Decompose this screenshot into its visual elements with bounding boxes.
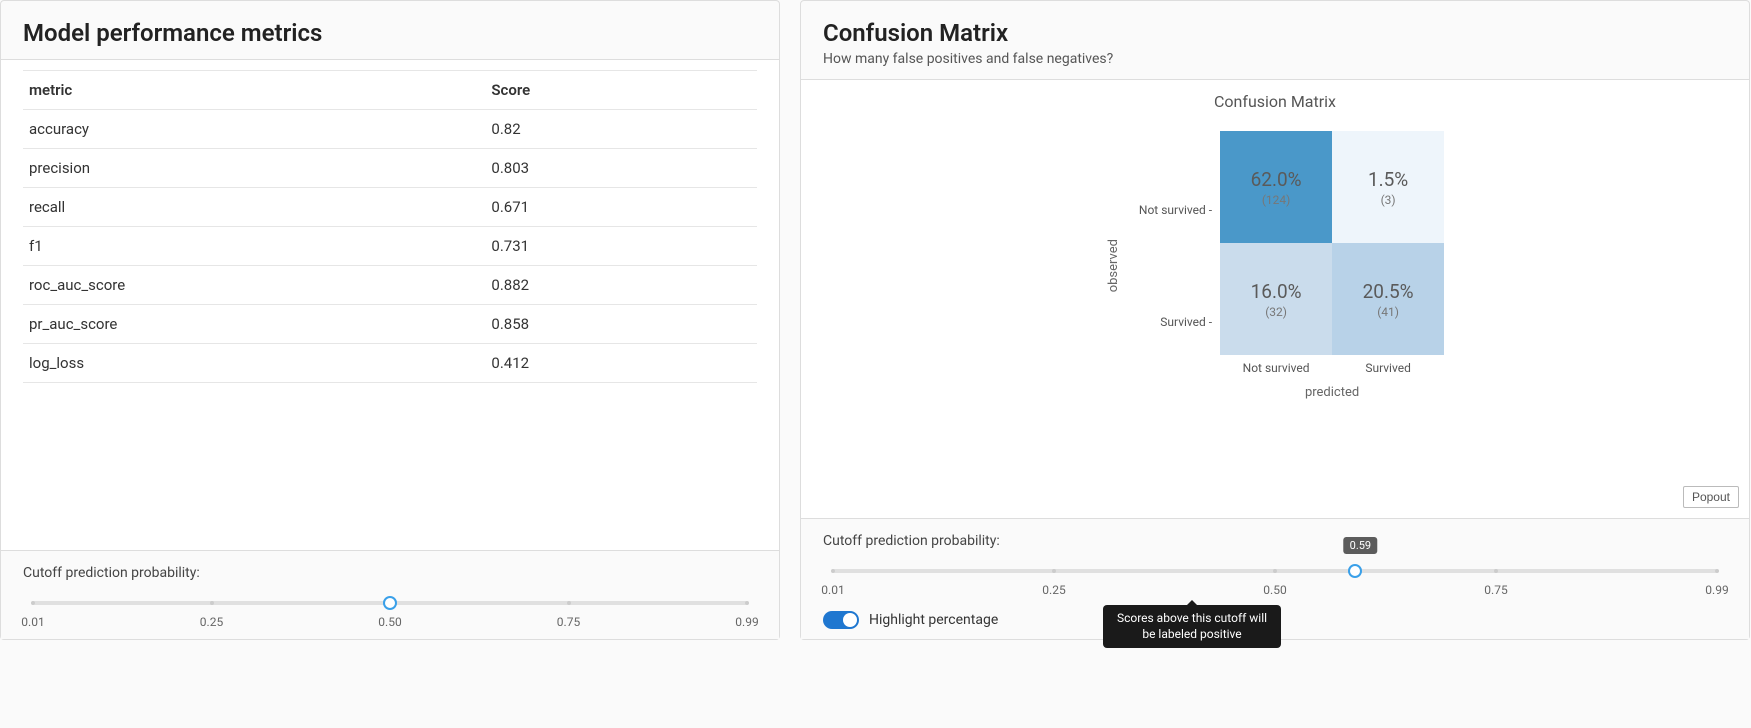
table-row: roc_auc_score0.882 xyxy=(23,266,757,305)
slider-tick-label: 0.25 xyxy=(200,615,223,629)
confusion-cell: 1.5% (3) xyxy=(1332,131,1444,243)
table-row: accuracy0.82 xyxy=(23,110,757,149)
slider-tick-label: 0.75 xyxy=(1484,583,1507,597)
y-axis-label: observed xyxy=(1106,239,1121,292)
cell-count: (124) xyxy=(1262,193,1291,207)
slider-value-badge: 0.59 xyxy=(1344,537,1377,554)
confusion-cell: 62.0% (124) xyxy=(1220,131,1332,243)
cutoff-slider-right[interactable]: 0.59 0.010.250.500.750.99 xyxy=(823,557,1727,597)
slider-tick-label: 0.50 xyxy=(1263,583,1286,597)
confusion-cell: 20.5% (41) xyxy=(1332,243,1444,355)
cell-percentage: 16.0% xyxy=(1251,280,1302,303)
slider-handle-left[interactable] xyxy=(383,596,397,610)
row-label: Survived - xyxy=(1160,266,1212,378)
cell-percentage: 62.0% xyxy=(1251,168,1302,191)
cutoff-tooltip: Scores above this cutoff will be labeled… xyxy=(1103,605,1281,648)
slider-tick-label: 0.01 xyxy=(21,615,44,629)
table-row: recall0.671 xyxy=(23,188,757,227)
chart-title: Confusion Matrix xyxy=(1214,92,1336,111)
metric-name-cell: precision xyxy=(23,149,485,188)
toggle-knob xyxy=(843,613,857,627)
popout-button[interactable]: Popout xyxy=(1683,486,1739,508)
cutoff-slider-label-left: Cutoff prediction probability: xyxy=(23,565,757,581)
table-row: f10.731 xyxy=(23,227,757,266)
table-row: pr_auc_score0.858 xyxy=(23,305,757,344)
table-row: precision0.803 xyxy=(23,149,757,188)
metric-score-cell: 0.858 xyxy=(485,305,757,344)
metric-score-cell: 0.731 xyxy=(485,227,757,266)
header-metric: metric xyxy=(23,71,485,110)
metric-name-cell: roc_auc_score xyxy=(23,266,485,305)
confusion-panel: Confusion Matrix How many false positive… xyxy=(800,0,1750,640)
metric-name-cell: recall xyxy=(23,188,485,227)
slider-tick-label: 0.50 xyxy=(378,615,401,629)
metric-name-cell: log_loss xyxy=(23,344,485,383)
confusion-footer: Cutoff prediction probability: 0.59 0.01… xyxy=(801,519,1749,639)
confusion-cell: 16.0% (32) xyxy=(1220,243,1332,355)
col-label: Survived xyxy=(1332,361,1444,375)
metrics-footer: Cutoff prediction probability: 0.010.250… xyxy=(1,551,779,639)
slider-handle-right[interactable] xyxy=(1348,564,1362,578)
slider-tick-label: 0.99 xyxy=(735,615,758,629)
slider-tick-label: 0.75 xyxy=(557,615,580,629)
metrics-panel: Model performance metrics metric Score a… xyxy=(0,0,780,640)
metric-name-cell: pr_auc_score xyxy=(23,305,485,344)
confusion-grid: 62.0% (124) 1.5% (3) 16.0% (32) 20.5% (41) xyxy=(1220,131,1444,355)
metrics-title: Model performance metrics xyxy=(23,19,757,47)
header-score: Score xyxy=(485,71,757,110)
cell-count: (3) xyxy=(1381,193,1396,207)
metric-name-cell: f1 xyxy=(23,227,485,266)
x-axis-label: predicted xyxy=(1220,385,1444,400)
cell-count: (32) xyxy=(1265,305,1287,319)
table-header-row: metric Score xyxy=(23,71,757,110)
confusion-body: Confusion Matrix observed Not survived -… xyxy=(801,79,1749,519)
metric-score-cell: 0.671 xyxy=(485,188,757,227)
confusion-matrix-chart: Confusion Matrix observed Not survived -… xyxy=(823,90,1727,460)
table-row: log_loss0.412 xyxy=(23,344,757,383)
highlight-percentage-toggle[interactable] xyxy=(823,611,859,629)
metric-score-cell: 0.803 xyxy=(485,149,757,188)
toggle-label: Highlight percentage xyxy=(869,612,998,628)
cutoff-slider-label-right: Cutoff prediction probability: xyxy=(823,533,1727,549)
confusion-title: Confusion Matrix xyxy=(823,19,1727,47)
confusion-subtitle: How many false positives and false negat… xyxy=(823,51,1727,67)
metrics-header: Model performance metrics xyxy=(1,1,779,59)
slider-tick-label: 0.25 xyxy=(1042,583,1065,597)
col-label: Not survived xyxy=(1220,361,1332,375)
cell-count: (41) xyxy=(1377,305,1399,319)
row-label: Not survived - xyxy=(1139,154,1212,266)
metric-score-cell: 0.882 xyxy=(485,266,757,305)
cutoff-slider-left[interactable]: 0.01 0.25 0.50 0.75 0.99 xyxy=(23,589,757,629)
metric-score-cell: 0.82 xyxy=(485,110,757,149)
slider-tick-label: 0.01 xyxy=(821,583,844,597)
cell-percentage: 1.5% xyxy=(1368,168,1408,191)
metrics-table: metric Score accuracy0.82precision0.803r… xyxy=(23,70,757,383)
cell-percentage: 20.5% xyxy=(1363,280,1414,303)
metric-score-cell: 0.412 xyxy=(485,344,757,383)
confusion-header: Confusion Matrix How many false positive… xyxy=(801,1,1749,79)
slider-tick-label: 0.99 xyxy=(1705,583,1728,597)
metrics-body: metric Score accuracy0.82precision0.803r… xyxy=(1,59,779,551)
metric-name-cell: accuracy xyxy=(23,110,485,149)
